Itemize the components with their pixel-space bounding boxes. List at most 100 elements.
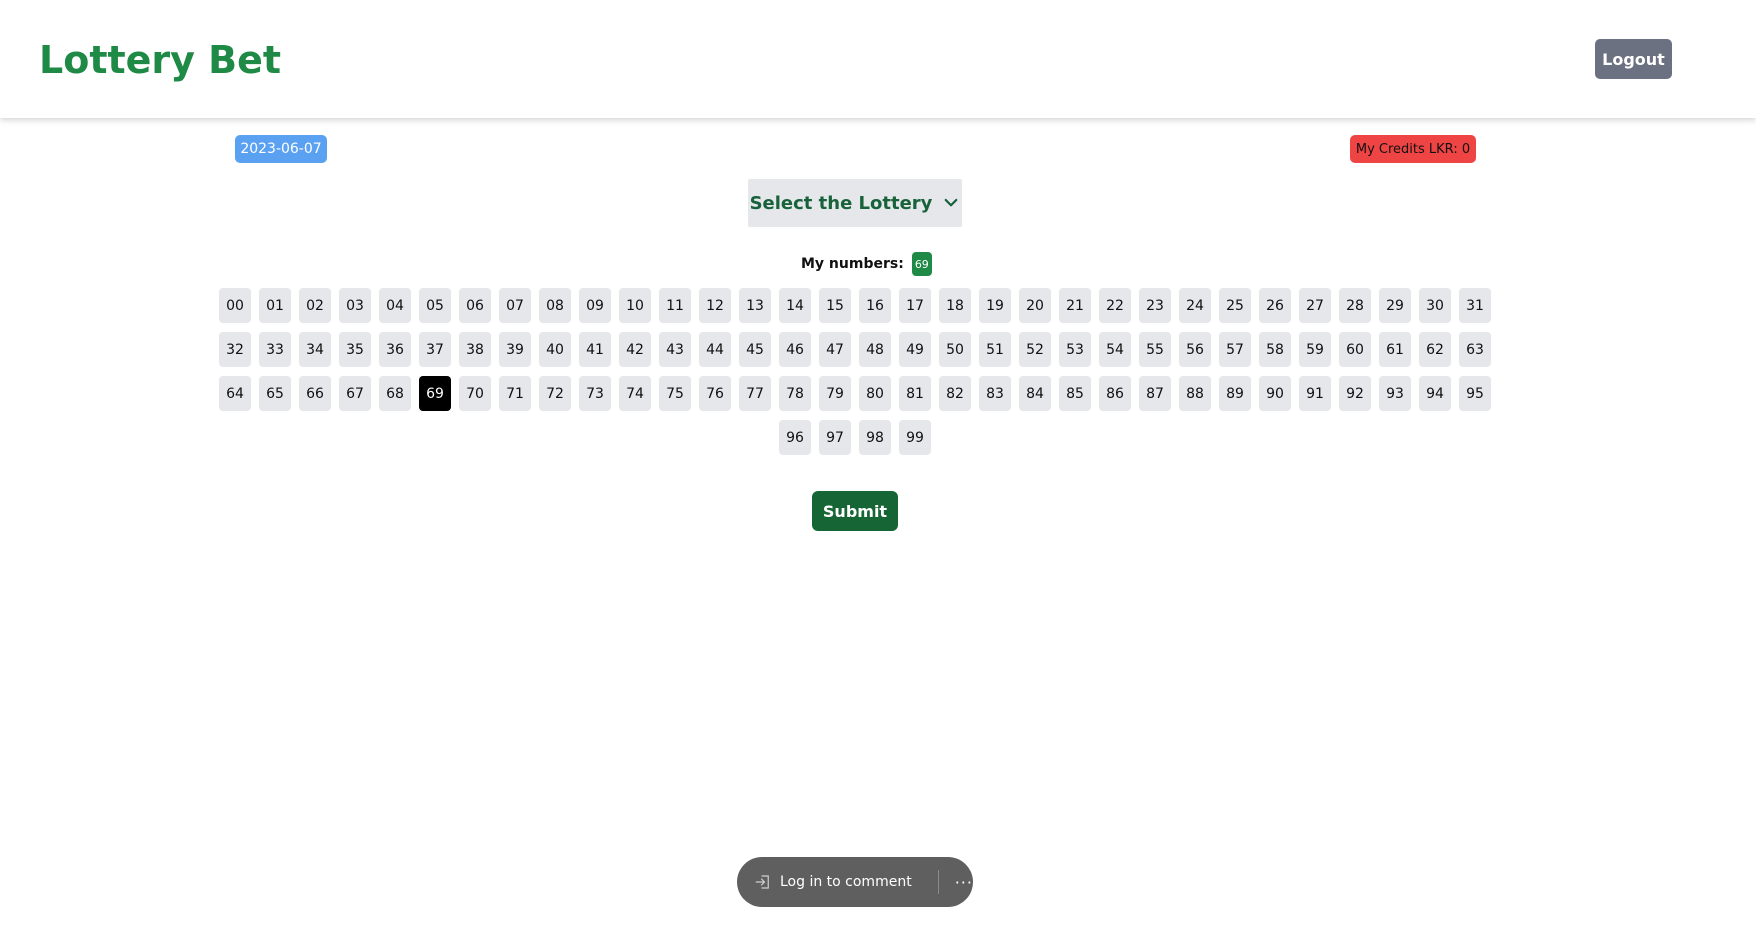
number-tile[interactable]: 93 — [1379, 376, 1411, 411]
number-tile[interactable]: 95 — [1459, 376, 1491, 411]
number-tile[interactable]: 86 — [1099, 376, 1131, 411]
number-tile[interactable]: 52 — [1019, 332, 1051, 367]
number-tile[interactable]: 04 — [379, 288, 411, 323]
number-tile[interactable]: 46 — [779, 332, 811, 367]
number-tile[interactable]: 68 — [379, 376, 411, 411]
number-tile[interactable]: 36 — [379, 332, 411, 367]
number-tile[interactable]: 83 — [979, 376, 1011, 411]
number-tile[interactable]: 19 — [979, 288, 1011, 323]
number-tile[interactable]: 71 — [499, 376, 531, 411]
number-tile[interactable]: 79 — [819, 376, 851, 411]
number-tile[interactable]: 85 — [1059, 376, 1091, 411]
number-tile[interactable]: 99 — [899, 420, 931, 455]
number-tile[interactable]: 47 — [819, 332, 851, 367]
number-tile[interactable]: 50 — [939, 332, 971, 367]
number-tile[interactable]: 40 — [539, 332, 571, 367]
number-tile[interactable]: 06 — [459, 288, 491, 323]
number-tile[interactable]: 38 — [459, 332, 491, 367]
number-tile[interactable]: 77 — [739, 376, 771, 411]
number-tile[interactable]: 67 — [339, 376, 371, 411]
number-tile[interactable]: 74 — [619, 376, 651, 411]
number-tile[interactable]: 14 — [779, 288, 811, 323]
number-tile[interactable]: 81 — [899, 376, 931, 411]
number-tile[interactable]: 00 — [219, 288, 251, 323]
number-tile[interactable]: 58 — [1259, 332, 1291, 367]
number-tile[interactable]: 21 — [1059, 288, 1091, 323]
number-tile[interactable]: 65 — [259, 376, 291, 411]
number-tile[interactable]: 12 — [699, 288, 731, 323]
more-options-icon[interactable]: ··· — [955, 873, 973, 892]
number-tile[interactable]: 69 — [419, 376, 451, 411]
number-tile[interactable]: 97 — [819, 420, 851, 455]
number-tile[interactable]: 11 — [659, 288, 691, 323]
number-tile[interactable]: 28 — [1339, 288, 1371, 323]
number-tile[interactable]: 45 — [739, 332, 771, 367]
number-tile[interactable]: 43 — [659, 332, 691, 367]
number-tile[interactable]: 23 — [1139, 288, 1171, 323]
number-tile[interactable]: 17 — [899, 288, 931, 323]
logout-button[interactable]: Logout — [1595, 39, 1672, 79]
number-tile[interactable]: 55 — [1139, 332, 1171, 367]
number-tile[interactable]: 56 — [1179, 332, 1211, 367]
lottery-select-dropdown[interactable]: Select the Lottery — [748, 179, 962, 227]
number-tile[interactable]: 53 — [1059, 332, 1091, 367]
number-tile[interactable]: 98 — [859, 420, 891, 455]
number-tile[interactable]: 20 — [1019, 288, 1051, 323]
number-tile[interactable]: 84 — [1019, 376, 1051, 411]
number-tile[interactable]: 80 — [859, 376, 891, 411]
number-tile[interactable]: 63 — [1459, 332, 1491, 367]
number-tile[interactable]: 49 — [899, 332, 931, 367]
number-tile[interactable]: 08 — [539, 288, 571, 323]
number-tile[interactable]: 59 — [1299, 332, 1331, 367]
number-tile[interactable]: 90 — [1259, 376, 1291, 411]
number-tile[interactable]: 39 — [499, 332, 531, 367]
number-tile[interactable]: 88 — [1179, 376, 1211, 411]
number-tile[interactable]: 27 — [1299, 288, 1331, 323]
number-tile[interactable]: 51 — [979, 332, 1011, 367]
number-tile[interactable]: 29 — [1379, 288, 1411, 323]
number-tile[interactable]: 34 — [299, 332, 331, 367]
number-tile[interactable]: 16 — [859, 288, 891, 323]
number-tile[interactable]: 64 — [219, 376, 251, 411]
login-to-comment-button[interactable]: Log in to comment — [737, 857, 912, 907]
number-tile[interactable]: 54 — [1099, 332, 1131, 367]
number-tile[interactable]: 94 — [1419, 376, 1451, 411]
number-tile[interactable]: 37 — [419, 332, 451, 367]
number-tile[interactable]: 61 — [1379, 332, 1411, 367]
number-tile[interactable]: 57 — [1219, 332, 1251, 367]
number-tile[interactable]: 35 — [339, 332, 371, 367]
number-tile[interactable]: 96 — [779, 420, 811, 455]
number-tile[interactable]: 91 — [1299, 376, 1331, 411]
number-tile[interactable]: 05 — [419, 288, 451, 323]
number-tile[interactable]: 07 — [499, 288, 531, 323]
number-tile[interactable]: 75 — [659, 376, 691, 411]
submit-button[interactable]: Submit — [812, 491, 898, 531]
number-tile[interactable]: 92 — [1339, 376, 1371, 411]
number-tile[interactable]: 89 — [1219, 376, 1251, 411]
number-tile[interactable]: 13 — [739, 288, 771, 323]
number-tile[interactable]: 48 — [859, 332, 891, 367]
number-tile[interactable]: 30 — [1419, 288, 1451, 323]
number-tile[interactable]: 72 — [539, 376, 571, 411]
number-tile[interactable]: 33 — [259, 332, 291, 367]
number-tile[interactable]: 25 — [1219, 288, 1251, 323]
number-tile[interactable]: 10 — [619, 288, 651, 323]
number-tile[interactable]: 03 — [339, 288, 371, 323]
number-tile[interactable]: 44 — [699, 332, 731, 367]
number-tile[interactable]: 41 — [579, 332, 611, 367]
number-tile[interactable]: 24 — [1179, 288, 1211, 323]
number-tile[interactable]: 60 — [1339, 332, 1371, 367]
number-tile[interactable]: 32 — [219, 332, 251, 367]
number-tile[interactable]: 15 — [819, 288, 851, 323]
number-tile[interactable]: 42 — [619, 332, 651, 367]
number-tile[interactable]: 01 — [259, 288, 291, 323]
number-tile[interactable]: 73 — [579, 376, 611, 411]
number-tile[interactable]: 87 — [1139, 376, 1171, 411]
number-tile[interactable]: 62 — [1419, 332, 1451, 367]
number-tile[interactable]: 66 — [299, 376, 331, 411]
number-tile[interactable]: 09 — [579, 288, 611, 323]
number-tile[interactable]: 22 — [1099, 288, 1131, 323]
number-tile[interactable]: 31 — [1459, 288, 1491, 323]
number-tile[interactable]: 02 — [299, 288, 331, 323]
number-tile[interactable]: 26 — [1259, 288, 1291, 323]
